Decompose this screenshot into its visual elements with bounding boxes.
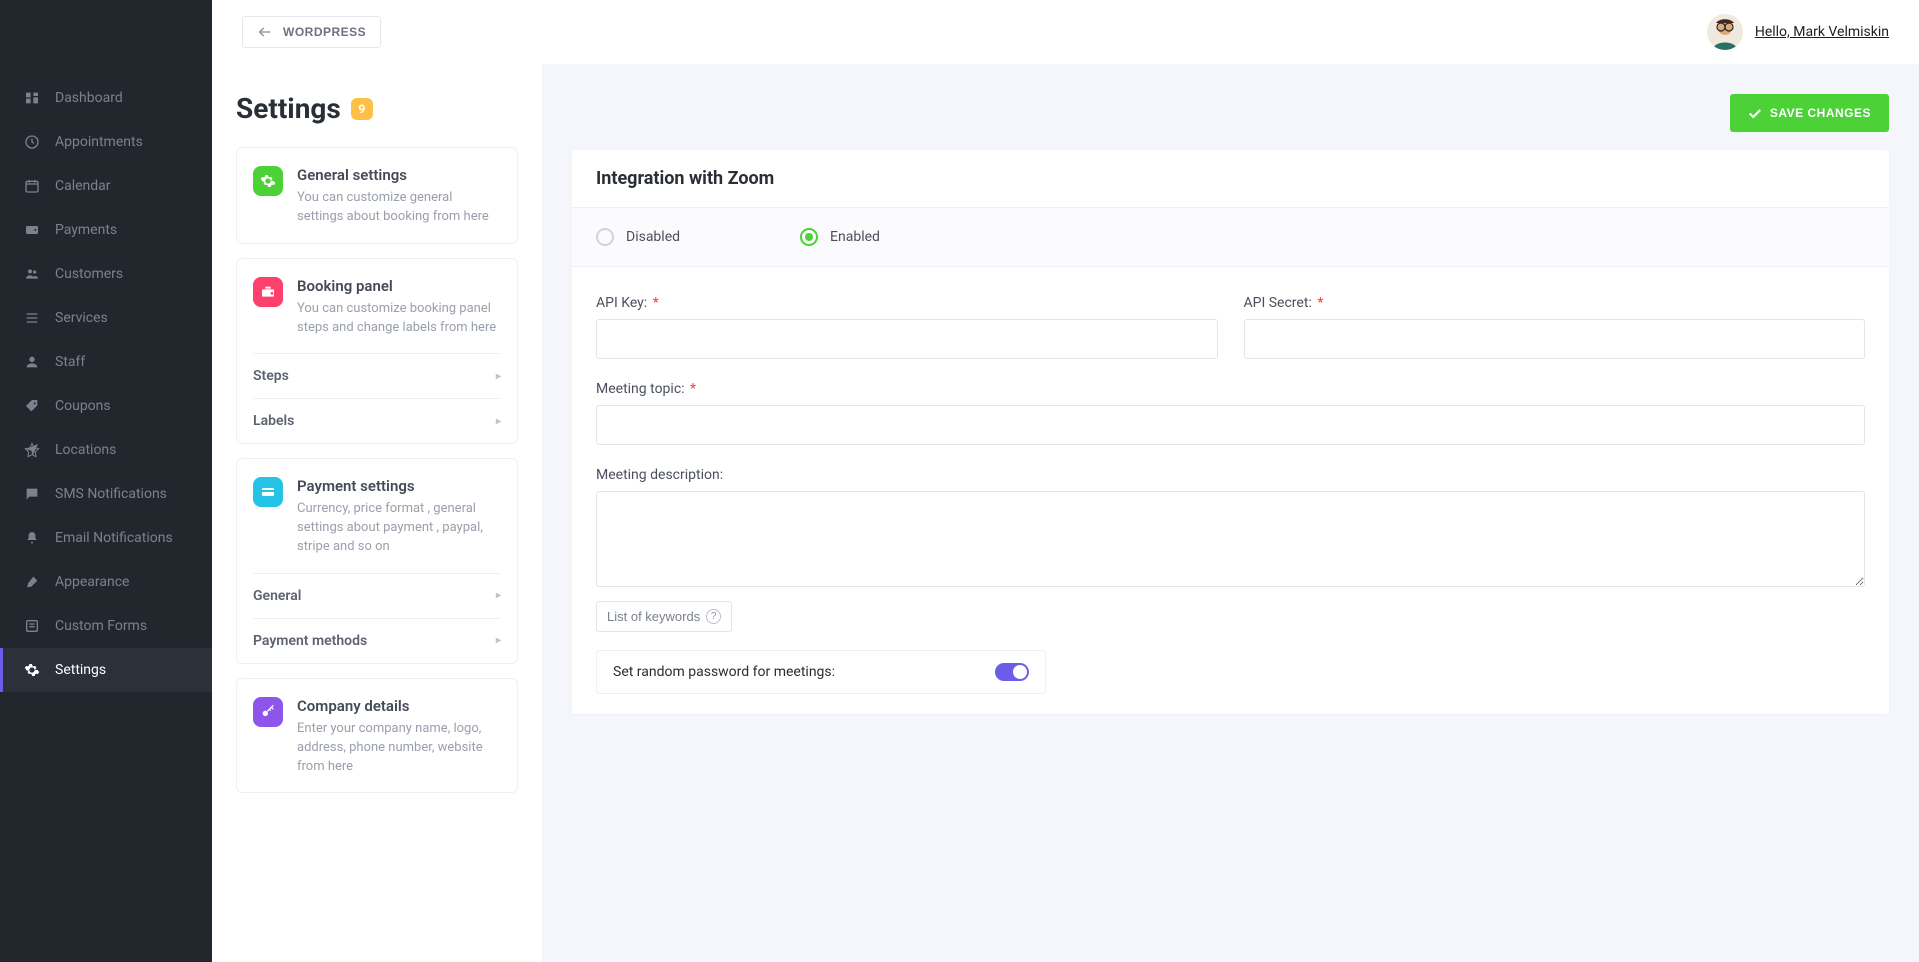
sidebar-item-label: Dashboard: [55, 90, 123, 106]
sidebar-item-calendar[interactable]: Calendar: [0, 164, 212, 208]
api-secret-input[interactable]: [1244, 319, 1866, 359]
payment-sub-general[interactable]: General▸: [253, 573, 501, 618]
sidebar-item-settings[interactable]: Settings: [0, 648, 212, 692]
sms-icon: [24, 486, 40, 502]
chevron-right-icon: ▸: [496, 635, 501, 646]
sidebar-item-label: Locations: [55, 442, 116, 458]
card-title: Payment settings: [297, 477, 501, 495]
gear-icon: [253, 166, 283, 196]
sidebar-item-appointments[interactable]: Appointments: [0, 120, 212, 164]
card-desc: You can customize booking panel steps an…: [297, 300, 501, 338]
sidebar-item-locations[interactable]: Locations: [0, 428, 212, 472]
sidebar-item-label: Settings: [55, 662, 106, 678]
card-desc: You can customize general settings about…: [297, 189, 501, 227]
save-changes-button[interactable]: SAVE CHANGES: [1730, 94, 1889, 132]
sidebar-item-coupons[interactable]: Coupons: [0, 384, 212, 428]
api-key-label: API Key: *: [596, 295, 1218, 311]
card-icon: [253, 477, 283, 507]
list-icon: [24, 310, 40, 326]
user-greeting-link[interactable]: Hello, Mark Velmiskin: [1755, 24, 1889, 40]
settings-nav: Settings 9 General settings You can cust…: [212, 64, 542, 962]
chevron-right-icon: ▸: [496, 371, 501, 382]
sidebar-item-label: Appearance: [55, 574, 129, 590]
zoom-panel: Integration with Zoom Disabled Enabled: [572, 150, 1889, 714]
chevron-right-icon: ▸: [496, 590, 501, 601]
sidebar-item-label: Appointments: [55, 134, 143, 150]
card-payment-settings: Payment settings Currency, price format …: [236, 458, 518, 664]
card-desc: Enter your company name, logo, address, …: [297, 720, 501, 777]
brush-icon: [24, 574, 40, 590]
wordpress-button-label: WORDPRESS: [283, 25, 366, 39]
tag-icon: [24, 398, 40, 414]
user-box: Hello, Mark Velmiskin: [1707, 14, 1889, 50]
key-icon: [253, 697, 283, 727]
sidebar-item-label: Customers: [55, 266, 123, 282]
topbar: WORDPRESS Hello, Mark Velmiskin: [212, 0, 1919, 64]
card-title: General settings: [297, 166, 501, 184]
sidebar: Dashboard Appointments Calendar Payments Cus…: [0, 0, 212, 962]
sidebar-item-label: Staff: [55, 354, 85, 370]
sidebar-item-custom-forms[interactable]: Custom Forms: [0, 604, 212, 648]
sidebar-item-label: Calendar: [55, 178, 111, 194]
user-icon: [24, 354, 40, 370]
users-icon: [24, 266, 40, 282]
gear-icon: [24, 662, 40, 678]
sidebar-item-label: Coupons: [55, 398, 111, 414]
meeting-description-label: Meeting description:: [596, 467, 1865, 483]
radio-disabled[interactable]: Disabled: [596, 228, 680, 246]
clock-icon: [24, 134, 40, 150]
sidebar-item-label: Payments: [55, 222, 117, 238]
briefcase-icon: [253, 277, 283, 307]
booking-sub-labels[interactable]: Labels▸: [253, 398, 501, 443]
card-title: Booking panel: [297, 277, 501, 295]
wallet-icon: [24, 222, 40, 238]
sidebar-item-label: SMS Notifications: [55, 486, 167, 502]
random-password-toggle-row: Set random password for meetings:: [596, 650, 1046, 694]
sidebar-item-label: Email Notifications: [55, 530, 173, 546]
sidebar-item-dashboard[interactable]: Dashboard: [0, 76, 212, 120]
settings-content: SAVE CHANGES Integration with Zoom Disab…: [542, 64, 1919, 962]
bell-icon: [24, 530, 40, 546]
wordpress-button[interactable]: WORDPRESS: [242, 16, 381, 48]
card-desc: Currency, price format , general setting…: [297, 500, 501, 557]
sidebar-item-payments[interactable]: Payments: [0, 208, 212, 252]
page-title: Settings 9: [236, 92, 518, 125]
card-general-settings[interactable]: General settings You can customize gener…: [236, 147, 518, 244]
sidebar-item-appearance[interactable]: Appearance: [0, 560, 212, 604]
payment-sub-methods[interactable]: Payment methods▸: [253, 618, 501, 663]
avatar[interactable]: [1707, 14, 1743, 50]
dashboard-icon: [24, 90, 40, 106]
meeting-description-textarea[interactable]: [596, 491, 1865, 587]
check-icon: [1748, 108, 1762, 119]
help-icon: ?: [706, 609, 721, 624]
card-booking-panel: Booking panel You can customize booking …: [236, 258, 518, 445]
api-key-input[interactable]: [596, 319, 1218, 359]
sidebar-item-services[interactable]: Services: [0, 296, 212, 340]
meeting-topic-label: Meeting topic: *: [596, 381, 1865, 397]
random-password-toggle[interactable]: [995, 663, 1029, 681]
meeting-topic-input[interactable]: [596, 405, 1865, 445]
sidebar-item-email-notifications[interactable]: Email Notifications: [0, 516, 212, 560]
sidebar-item-sms-notifications[interactable]: SMS Notifications: [0, 472, 212, 516]
random-password-label: Set random password for meetings:: [613, 664, 835, 680]
radio-enabled[interactable]: Enabled: [800, 228, 880, 246]
api-secret-label: API Secret: *: [1244, 295, 1866, 311]
sidebar-item-label: Services: [55, 310, 108, 326]
forms-icon: [24, 618, 40, 634]
panel-title: Integration with Zoom: [572, 150, 1889, 208]
calendar-icon: [24, 178, 40, 194]
card-title: Company details: [297, 697, 501, 715]
sidebar-item-staff[interactable]: Staff: [0, 340, 212, 384]
chevron-right-icon: ▸: [496, 416, 501, 427]
booking-sub-steps[interactable]: Steps▸: [253, 353, 501, 398]
card-company-details[interactable]: Company details Enter your company name,…: [236, 678, 518, 794]
back-arrow-icon: [257, 25, 273, 39]
location-icon: [24, 442, 40, 458]
settings-badge: 9: [351, 98, 373, 120]
sidebar-item-label: Custom Forms: [55, 618, 147, 634]
sidebar-item-customers[interactable]: Customers: [0, 252, 212, 296]
keywords-button[interactable]: List of keywords ?: [596, 601, 732, 632]
